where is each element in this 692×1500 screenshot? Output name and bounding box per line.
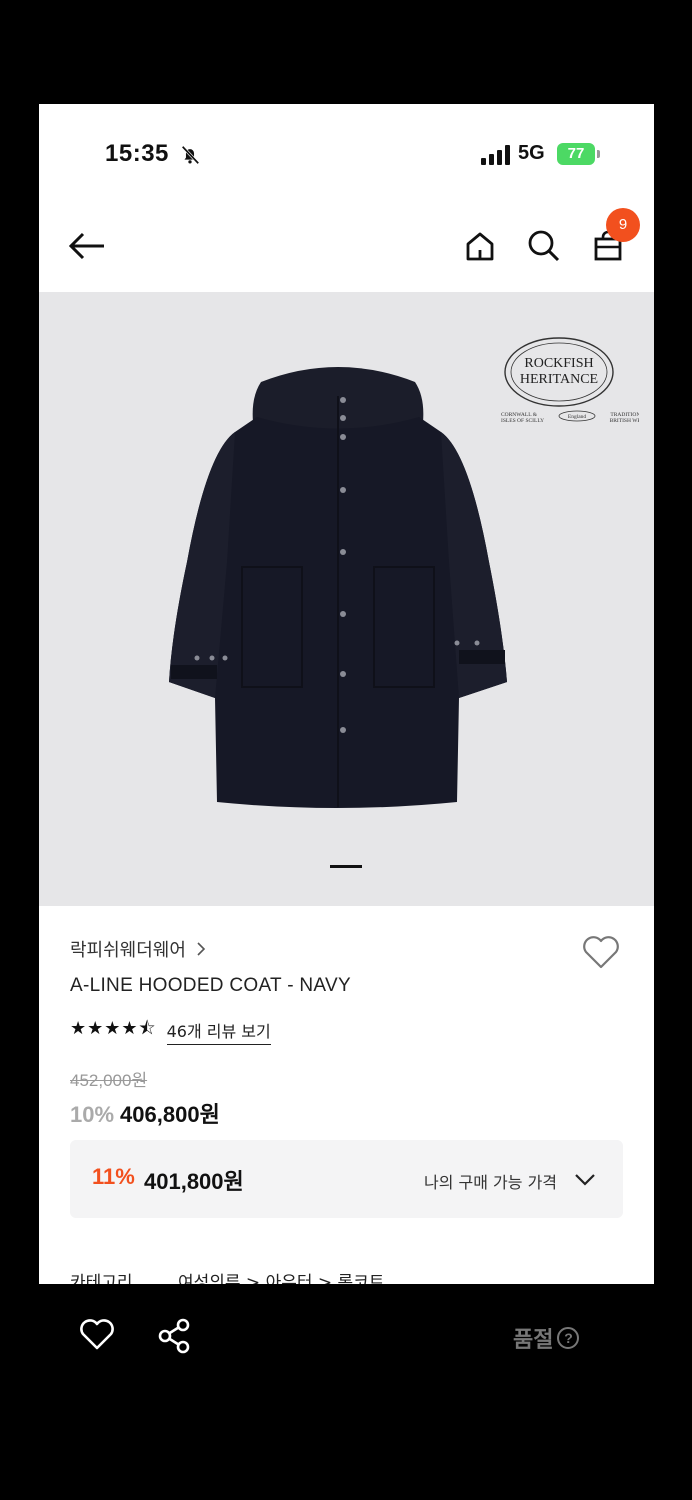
chevron-down-icon xyxy=(575,1174,595,1186)
coat-product-image xyxy=(169,367,507,808)
battery-icon: 77 xyxy=(557,143,601,165)
brand-link[interactable]: 락피쉬웨더웨어 xyxy=(70,936,206,962)
my-discount-rate: 11% xyxy=(92,1164,135,1189)
status-bar: 15:35 5G 77 xyxy=(39,104,654,204)
svg-text:ROCKFISH: ROCKFISH xyxy=(524,356,593,371)
my-price-dropdown[interactable]: 11% 401,800원 나의 구매 가능 가격 xyxy=(70,1140,623,1218)
product-title: A-LINE HOODED COAT - NAVY xyxy=(70,975,351,996)
brand-logo-image: ROCKFISH HERITANCE CORNWALL & ISLES OF S… xyxy=(501,337,639,424)
cart-count-badge: 9 xyxy=(606,208,640,242)
battery-cap xyxy=(597,150,600,158)
category-label: 카테고리 xyxy=(70,1273,133,1284)
arrow-left-icon xyxy=(68,232,104,260)
signal-icon xyxy=(481,145,510,165)
status-time: 15:35 xyxy=(105,140,169,167)
svg-text:England: England xyxy=(568,414,587,420)
product-image-gallery[interactable]: ROCKFISH HERITANCE CORNWALL & ISLES OF S… xyxy=(39,292,654,906)
top-nav: 9 xyxy=(39,204,654,292)
bottom-action-bar: 품절 ? xyxy=(39,1284,654,1394)
share-icon[interactable] xyxy=(157,1318,193,1354)
heart-icon[interactable] xyxy=(79,1319,115,1351)
discount-rate: 10% xyxy=(70,1102,115,1127)
original-price: 452,000원 xyxy=(70,1071,148,1090)
gallery-page-indicator xyxy=(330,865,362,868)
wishlist-heart-icon[interactable] xyxy=(581,934,621,970)
battery-level: 77 xyxy=(557,143,595,165)
review-link[interactable]: 46개 리뷰 보기 xyxy=(166,1018,271,1045)
search-icon xyxy=(528,230,560,262)
search-button[interactable] xyxy=(522,224,566,268)
network-type: 5G xyxy=(518,142,545,164)
home-icon xyxy=(466,232,494,261)
help-circle-icon[interactable]: ? xyxy=(557,1327,580,1349)
brand-name: 락피쉬웨더웨어 xyxy=(70,940,186,961)
svg-text:HERITANCE: HERITANCE xyxy=(520,372,598,387)
category-row: 카테고리 여성의류 > 아우터 > 롱코트 xyxy=(70,1268,384,1284)
soldout-button[interactable]: 품절 ? xyxy=(513,1322,580,1354)
sale-price: 406,800원 xyxy=(120,1102,220,1127)
sale-price-row: 10% 406,800원 xyxy=(70,1097,220,1129)
star-rating: ★★★★⯪ xyxy=(70,1018,157,1039)
svg-text:ISLES OF SCILLY: ISLES OF SCILLY xyxy=(501,418,544,424)
back-button[interactable] xyxy=(65,224,109,268)
my-price-label: 나의 구매 가능 가격 xyxy=(424,1173,558,1192)
chevron-right-icon xyxy=(197,942,206,956)
app-screen: 15:35 5G 77 9 ROCKFISH HERITANCE CORNWAL… xyxy=(39,104,654,1284)
home-button[interactable] xyxy=(458,224,502,268)
category-path[interactable]: 여성의류 > 아우터 > 롱코트 xyxy=(178,1273,385,1284)
svg-text:BRITISH WEAR: BRITISH WEAR xyxy=(610,418,639,424)
rating-row: ★★★★⯪ 46개 리뷰 보기 xyxy=(70,1016,271,1046)
bell-off-icon xyxy=(181,145,200,165)
soldout-label: 품절 xyxy=(513,1328,554,1353)
my-price-amount: 401,800원 xyxy=(144,1169,244,1194)
